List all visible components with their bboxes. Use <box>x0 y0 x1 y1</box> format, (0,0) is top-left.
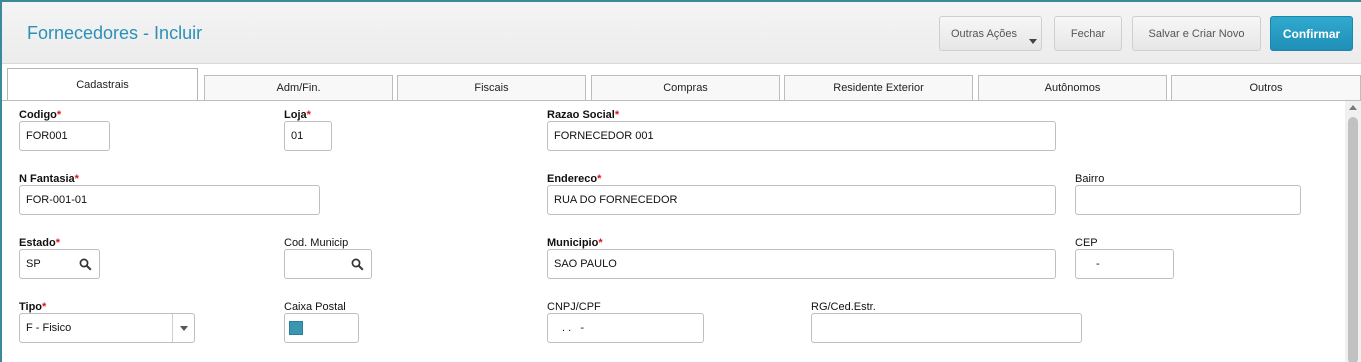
scroll-up-icon[interactable] <box>1349 105 1357 110</box>
cod-municip-field[interactable] <box>284 249 372 279</box>
estado-value: SP <box>26 258 41 270</box>
rg-ced-estr-field[interactable] <box>811 313 1082 343</box>
bairro-label: Bairro <box>1075 173 1105 185</box>
cod-municip-label: Cod. Municip <box>284 237 349 249</box>
municipio-field[interactable]: SAO PAULO <box>547 249 1056 279</box>
n-fantasia-label: N Fantasia* <box>19 173 79 185</box>
bairro-field[interactable] <box>1075 185 1301 215</box>
cep-label: CEP <box>1075 237 1098 249</box>
vertical-scrollbar[interactable] <box>1345 101 1361 362</box>
razao-social-field[interactable]: FORNECEDOR 001 <box>547 121 1056 151</box>
header-bar: Fornecedores - Incluir Outras Ações Fech… <box>2 2 1361 64</box>
endereco-field[interactable]: RUA DO FORNECEDOR <box>547 185 1056 215</box>
municipio-label: Municipio* <box>547 237 603 249</box>
tab-fiscais[interactable]: Fiscais <box>397 75 586 100</box>
close-button[interactable]: Fechar <box>1054 16 1122 51</box>
tipo-value: F - Fisico <box>26 322 72 334</box>
caret-down-icon <box>1029 39 1037 44</box>
search-icon[interactable] <box>351 258 364 271</box>
more-actions-label: Outras Ações <box>951 27 1018 40</box>
window: Fornecedores - Incluir Outras Ações Fech… <box>0 0 1361 362</box>
tab-outros[interactable]: Outros <box>1171 75 1361 100</box>
page-title: Fornecedores - Incluir <box>27 23 203 43</box>
tab-bar: Cadastrais Adm/Fin. Fiscais Compras Resi… <box>2 68 1361 100</box>
estado-field[interactable]: SP <box>19 249 100 279</box>
cnpj-cpf-label: CNPJ/CPF <box>547 301 601 313</box>
loja-field[interactable]: 01 <box>284 121 332 151</box>
codigo-label: Codigo* <box>19 109 62 121</box>
save-and-new-button[interactable]: Salvar e Criar Novo <box>1132 16 1261 51</box>
tab-autonomos[interactable]: Autônomos <box>978 75 1167 100</box>
tab-cadastrais[interactable]: Cadastrais <box>7 68 198 100</box>
razao-social-label: Razao Social* <box>547 109 620 121</box>
chevron-down-icon[interactable] <box>172 314 194 342</box>
codigo-field[interactable]: FOR001 <box>19 121 110 151</box>
color-swatch-icon <box>289 321 303 335</box>
cnpj-cpf-field[interactable]: . . - <box>547 313 704 343</box>
cep-field[interactable]: - <box>1075 249 1174 279</box>
confirm-button[interactable]: Confirmar <box>1270 16 1353 51</box>
rg-ced-estr-label: RG/Ced.Estr. <box>811 301 876 313</box>
caixa-postal-field[interactable] <box>284 313 359 343</box>
caixa-postal-label: Caixa Postal <box>284 301 346 313</box>
n-fantasia-field[interactable]: FOR-001-01 <box>19 185 320 215</box>
endereco-label: Endereco* <box>547 173 602 185</box>
scroll-thumb[interactable] <box>1348 117 1358 362</box>
estado-label: Estado* <box>19 237 60 249</box>
tipo-select[interactable]: F - Fisico <box>19 313 195 343</box>
tab-compras[interactable]: Compras <box>591 75 780 100</box>
tipo-label: Tipo* <box>19 301 47 313</box>
more-actions-button[interactable]: Outras Ações <box>939 16 1042 51</box>
tab-residente-exterior[interactable]: Residente Exterior <box>784 75 973 100</box>
search-icon[interactable] <box>79 258 92 271</box>
tab-adm-fin[interactable]: Adm/Fin. <box>204 75 393 100</box>
form-area: Codigo* FOR001 Loja* 01 Razao Social* FO… <box>2 101 1361 362</box>
loja-label: Loja* <box>284 109 311 121</box>
